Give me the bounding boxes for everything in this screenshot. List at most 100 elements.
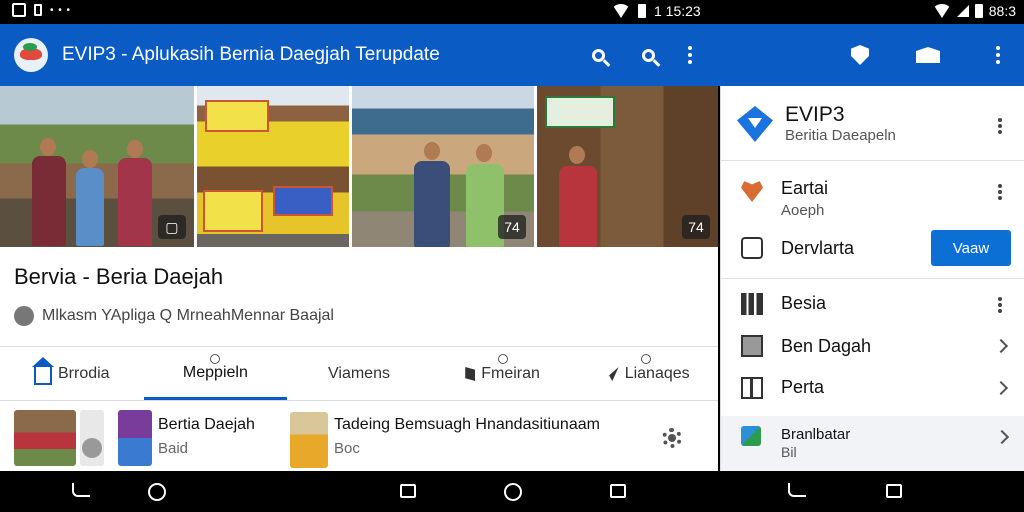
clock-icon [641,354,652,364]
shop-sign [545,96,616,128]
more-vert-icon [996,53,1000,57]
photo-gallery: ▢ 74 74 [0,86,718,247]
favorite-icon [741,181,763,202]
evip3-logo-icon [737,106,773,142]
clock-icon [497,354,508,364]
grid-icon [741,377,763,399]
chevron-right-icon[interactable] [993,380,1009,396]
back-icon[interactable] [72,483,90,497]
strip-item-sub: Baid [158,440,189,457]
strip-item-sub: Boc [334,440,360,457]
panel-row-label: Branlbatar [781,426,851,443]
photo-shop-owner[interactable]: 74 [537,86,718,247]
app-title: EVIP3 - Aplukasih Bernia Daegjah Terupda… [62,44,440,65]
panel-subtitle: Beritia Daeapeln [785,127,896,144]
recent-apps-icon[interactable] [886,484,902,498]
person-head [127,140,143,158]
battery-icon [974,4,983,18]
home-icon[interactable] [504,483,522,501]
tab-popular[interactable]: Meppieln [143,348,288,400]
panel-row-label[interactable]: Perta [781,377,824,398]
search-button-2[interactable] [634,41,662,69]
strip-item-title[interactable]: Bertia Daejah [158,416,255,434]
notification-icon [12,3,26,17]
app-icon [741,426,761,446]
overflow-menu-button-right[interactable] [984,41,1012,69]
back-icon[interactable] [788,483,806,497]
home-icon[interactable] [148,483,166,501]
status-left-icons: • • • [12,3,71,17]
tab-label: Brrodia [58,365,110,382]
article-strip: Bertia Daejah Baid Tadeing Bemsuagh Hnan… [0,402,718,471]
divider [0,346,718,347]
tab-videos[interactable]: Viamens [287,348,431,400]
panel-row-label[interactable]: Ben Dagah [781,336,871,357]
stall-sign [272,186,333,216]
tab-label: Fmeiran [481,365,540,382]
person [118,158,152,246]
person-head [40,138,56,156]
status-time: 1 15:23 [654,3,701,19]
search-icon [641,48,655,62]
photo-village-meeting[interactable]: ▢ [0,86,194,247]
app-logo[interactable] [14,38,48,72]
status-bar: • • • 1 15:23 88:3 [0,0,1024,24]
panel-row-label[interactable]: Eartai [781,178,828,199]
mail-button[interactable] [914,41,942,69]
divider [721,278,1024,279]
wifi-icon [612,4,630,18]
tab-home[interactable]: Brrodia [0,348,144,400]
shield-button[interactable] [846,41,874,69]
play-icon [82,438,102,458]
article-headline[interactable]: Bervia - Beria Daejah [14,264,223,290]
recent-apps-icon[interactable] [610,484,626,498]
view-button[interactable]: Vaaw [931,230,1011,266]
thumbnail[interactable] [14,410,76,466]
strip-item-title[interactable]: Tadeing Bemsuagh Hnandasitiunaam [334,416,600,434]
person-head [82,150,98,168]
image-icon [741,335,763,357]
panel-menu-button[interactable] [998,124,1002,128]
thumbnail[interactable] [118,410,152,466]
recent-apps-icon[interactable] [400,484,416,498]
panel-row-label[interactable]: Besia [781,293,826,314]
tab-label: Lianaqes [624,365,690,382]
battery-saver-icon [34,4,42,16]
row-menu-button[interactable] [998,303,1002,307]
search-button[interactable] [584,41,612,69]
shield-icon [851,45,869,65]
panel-footer-item[interactable]: Branlbatar Bil [721,416,1024,471]
settings-gear-icon[interactable] [662,428,682,448]
chevron-right-icon[interactable] [994,429,1010,445]
row-menu-button[interactable] [998,190,1002,194]
panel-title: EVIP3 [785,103,845,126]
article-meta: Mlkasm YApliga Q MrneahMennar Baajal [14,306,334,326]
side-panel: EVIP3 Beritia Daeapeln Eartai Aoeph Derv… [720,86,1024,471]
divider [0,400,718,401]
document-icon [741,237,763,259]
person-head [424,142,441,160]
photo-market-stall[interactable] [196,86,350,247]
overflow-menu-button[interactable] [676,41,704,69]
photo-handshake[interactable]: 74 [352,86,535,247]
person [414,161,451,247]
tab-features[interactable]: Fmeiran [431,348,575,400]
person [559,166,598,247]
stall-sign [202,190,263,232]
person-head [476,144,493,162]
person-head [569,146,586,164]
more-vert-icon [688,53,692,57]
send-icon [602,367,619,381]
photo-count-badge: 74 [682,215,710,239]
wifi-icon [932,4,951,18]
bookmark-icon [465,367,476,381]
person [32,156,66,246]
status-time-right: 88:3 [988,3,1016,19]
tab-languages[interactable]: Lianaqes [574,348,718,400]
chevron-right-icon[interactable] [993,338,1009,354]
panel-row-label[interactable]: Dervlarta [781,238,854,259]
thumbnail[interactable] [290,412,328,468]
status-center: 1 15:23 [612,3,701,19]
thumbnail[interactable] [80,410,104,466]
article-meta-text: Mlkasm YApliga Q MrneahMennar Baajal [42,307,334,324]
